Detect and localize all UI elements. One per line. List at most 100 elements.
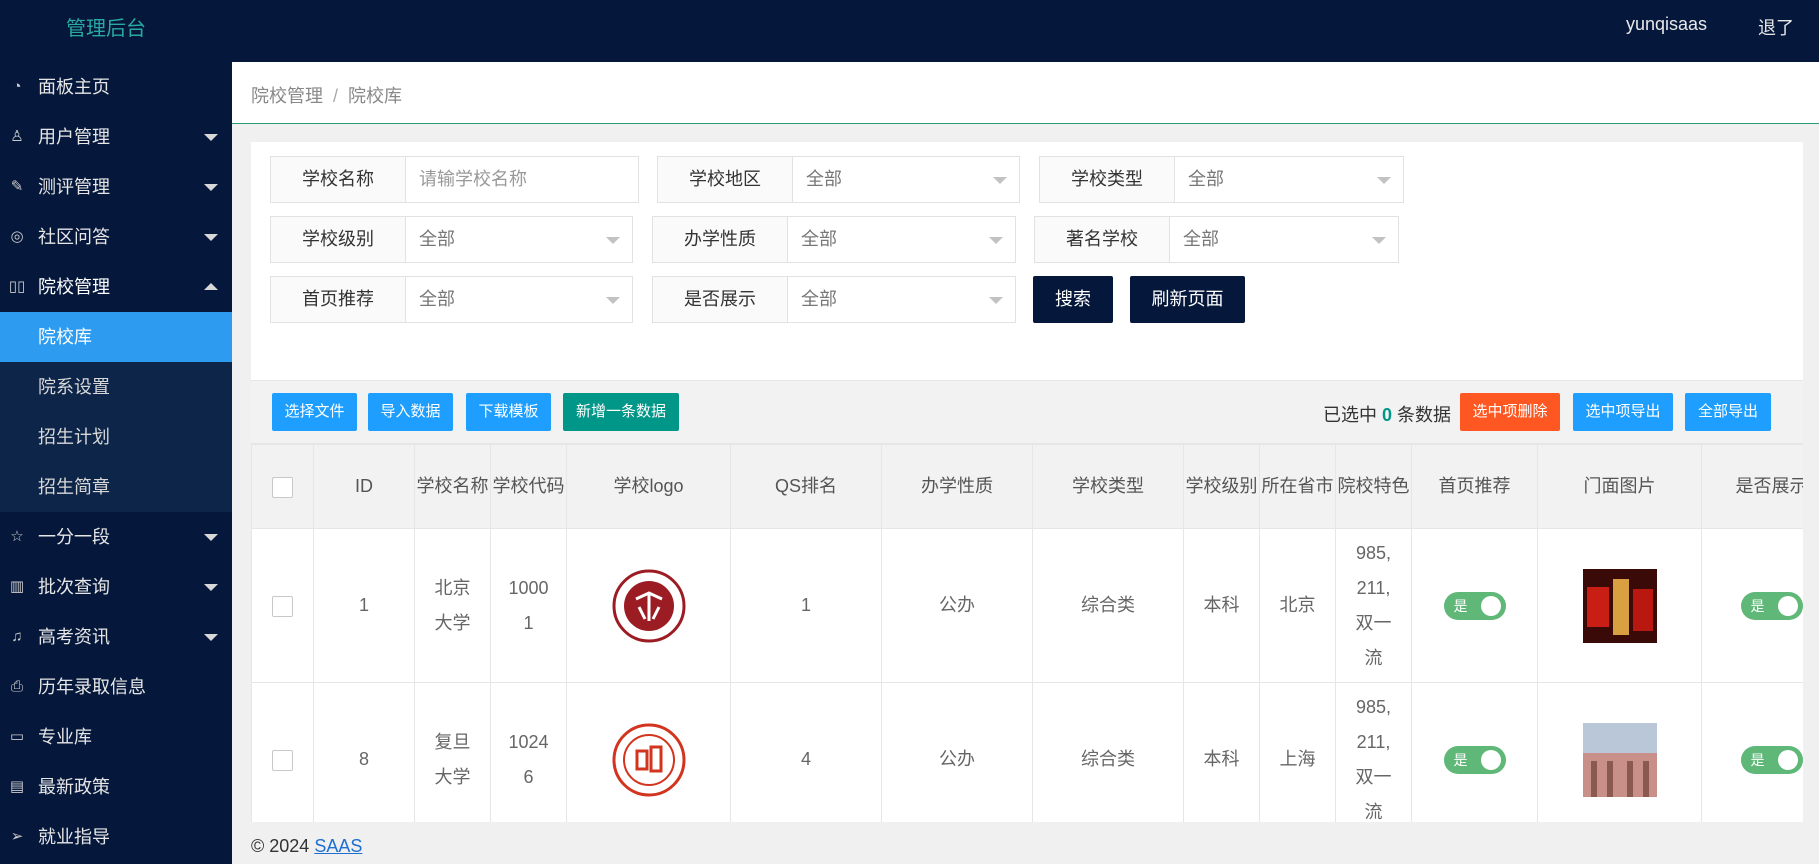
sidebar-item-dashboard[interactable]: ◔ 面板主页 (0, 62, 232, 112)
sidebar-item-admission-history[interactable]: ⎙ 历年录取信息 (0, 662, 232, 712)
cell-facade-image (1537, 528, 1702, 683)
sidebar-item-label: 就业指导 (38, 827, 110, 847)
row-checkbox[interactable] (272, 595, 293, 617)
sidebar-submenu: 院校库 院系设置 招生计划 招生简章 (0, 312, 232, 512)
sidebar-item-label: 最新政策 (38, 777, 110, 797)
sidebar-item-score-segment[interactable]: ☆ 一分一段 (0, 512, 232, 562)
filter-nature: 办学性质 全部 (652, 216, 1016, 263)
cell-type: 综合类 (1032, 682, 1184, 822)
show-toggle[interactable]: 是 (1740, 592, 1803, 621)
column-header[interactable]: 院校特色 (1335, 444, 1412, 529)
cell-name: 北京大学 (414, 528, 491, 683)
column-header[interactable]: 学校级别 (1183, 444, 1260, 529)
school-name-input[interactable]: 请输学校名称 (406, 157, 638, 202)
cell-qs-rank: 1 (730, 528, 882, 683)
show-select[interactable]: 全部 (788, 277, 1015, 322)
sidebar-item-label: 面板主页 (38, 77, 110, 97)
username[interactable]: yunqisaas (1626, 14, 1707, 35)
cell-code: 10246 (490, 682, 567, 822)
sidebar-item-community[interactable]: ◎ 社区问答 (0, 212, 232, 262)
chevron-down-icon (606, 297, 620, 304)
row-select-cell (251, 682, 314, 822)
add-new-button[interactable]: 新增一条数据 (563, 393, 679, 431)
recommend-toggle[interactable]: 是 (1443, 746, 1506, 775)
facade-image[interactable] (1582, 568, 1657, 643)
column-header[interactable]: 首页推荐 (1411, 444, 1538, 529)
cell-feature: 985, 211, 双一流 (1335, 528, 1412, 683)
filter-region: 学校地区 全部 (657, 156, 1020, 203)
sidebar-item-assessment[interactable]: ✎ 测评管理 (0, 162, 232, 212)
nature-select[interactable]: 全部 (788, 217, 1015, 262)
column-header[interactable]: ID (313, 444, 415, 529)
sidebar-item-schools[interactable]: ▯▯ 院校管理 (0, 262, 232, 312)
sidebar-item-label: 用户管理 (38, 127, 110, 147)
app-title[interactable]: 管理后台 (66, 12, 146, 41)
cell-logo (566, 528, 731, 683)
chevron-down-icon (989, 237, 1003, 244)
chevron-down-icon (606, 237, 620, 244)
recommend-toggle[interactable]: 是 (1443, 592, 1506, 621)
breadcrumb-parent[interactable]: 院校管理 (251, 86, 323, 106)
cell-level: 本科 (1183, 682, 1260, 822)
filter-label: 著名学校 (1035, 217, 1170, 262)
select-all-checkbox[interactable] (272, 476, 293, 498)
sidebar-item-career[interactable]: ➢ 就业指导 (0, 812, 232, 862)
sidebar-item-majors[interactable]: ▭ 专业库 (0, 712, 232, 762)
column-header[interactable]: 学校名称 (414, 444, 491, 529)
region-select[interactable]: 全部 (793, 157, 1019, 202)
column-header[interactable]: 学校类型 (1032, 444, 1184, 529)
sidebar-item-policy[interactable]: ▤ 最新政策 (0, 762, 232, 812)
cell-name: 复旦大学 (414, 682, 491, 822)
download-template-button[interactable]: 下载模板 (466, 393, 551, 431)
table-row: 8 复旦大学 10246 4 公办 综合类 本科 上海 985, 211, 双一… (251, 682, 1803, 822)
column-header[interactable]: 学校logo (566, 444, 731, 529)
column-header[interactable]: 学校代码 (490, 444, 567, 529)
level-select[interactable]: 全部 (406, 217, 632, 262)
filter-school-name: 学校名称 请输学校名称 (270, 156, 639, 203)
chart-icon: ▥ (9, 578, 25, 595)
logout-link[interactable]: 退了 (1758, 14, 1794, 40)
sidebar-subitem-school-library[interactable]: 院校库 (0, 312, 232, 362)
sidebar-item-news[interactable]: ♫ 高考资讯 (0, 612, 232, 662)
recommend-select[interactable]: 全部 (406, 277, 632, 322)
famous-select[interactable]: 全部 (1170, 217, 1398, 262)
sidebar-item-label: 院校管理 (38, 277, 110, 297)
refresh-button[interactable]: 刷新页面 (1130, 276, 1245, 323)
breadcrumb-current: 院校库 (348, 86, 403, 106)
schools-table: ID 学校名称 学校代码 学校logo QS排名 办学性质 学校类型 学校级别 … (251, 444, 1803, 822)
cell-nature: 公办 (881, 528, 1033, 683)
facade-image[interactable] (1582, 722, 1657, 797)
export-all-button[interactable]: 全部导出 (1685, 393, 1771, 431)
choose-file-button[interactable]: 选择文件 (272, 393, 357, 431)
sidebar-subitem-admission-brochure[interactable]: 招生简章 (0, 462, 232, 512)
chevron-down-icon (204, 134, 218, 141)
search-button[interactable]: 搜索 (1033, 276, 1113, 323)
peking-university-logo (612, 569, 685, 642)
sidebar-subitem-department-settings[interactable]: 院系设置 (0, 362, 232, 412)
filter-recommend: 首页推荐 全部 (270, 276, 633, 323)
column-header[interactable]: 办学性质 (881, 444, 1033, 529)
column-header[interactable]: 门面图片 (1537, 444, 1702, 529)
sidebar-subitem-enrollment-plan[interactable]: 招生计划 (0, 412, 232, 462)
row-checkbox[interactable] (272, 749, 293, 771)
chat-icon: ◎ (10, 228, 24, 245)
selected-count: 0 (1382, 405, 1393, 425)
column-header[interactable]: 是否展示 (1701, 444, 1803, 529)
cell-type: 综合类 (1032, 528, 1184, 683)
type-select[interactable]: 全部 (1175, 157, 1403, 202)
export-selected-button[interactable]: 选中项导出 (1573, 393, 1673, 431)
cell-show: 是 (1701, 682, 1803, 822)
column-header[interactable]: 所在省市 (1259, 444, 1336, 529)
footer-link[interactable]: SAAS (314, 836, 362, 856)
chevron-down-icon (204, 184, 218, 191)
delete-selected-button[interactable]: 选中项删除 (1460, 393, 1560, 431)
sidebar-item-batch-query[interactable]: ▥ 批次查询 (0, 562, 232, 612)
cell-show: 是 (1701, 528, 1803, 683)
filter-label: 学校地区 (658, 157, 793, 202)
sidebar-item-users[interactable]: ♙ 用户管理 (0, 112, 232, 162)
star-icon: ☆ (10, 528, 24, 545)
column-header[interactable]: QS排名 (730, 444, 882, 529)
import-data-button[interactable]: 导入数据 (368, 393, 453, 431)
cell-recommend: 是 (1411, 528, 1538, 683)
show-toggle[interactable]: 是 (1740, 746, 1803, 775)
